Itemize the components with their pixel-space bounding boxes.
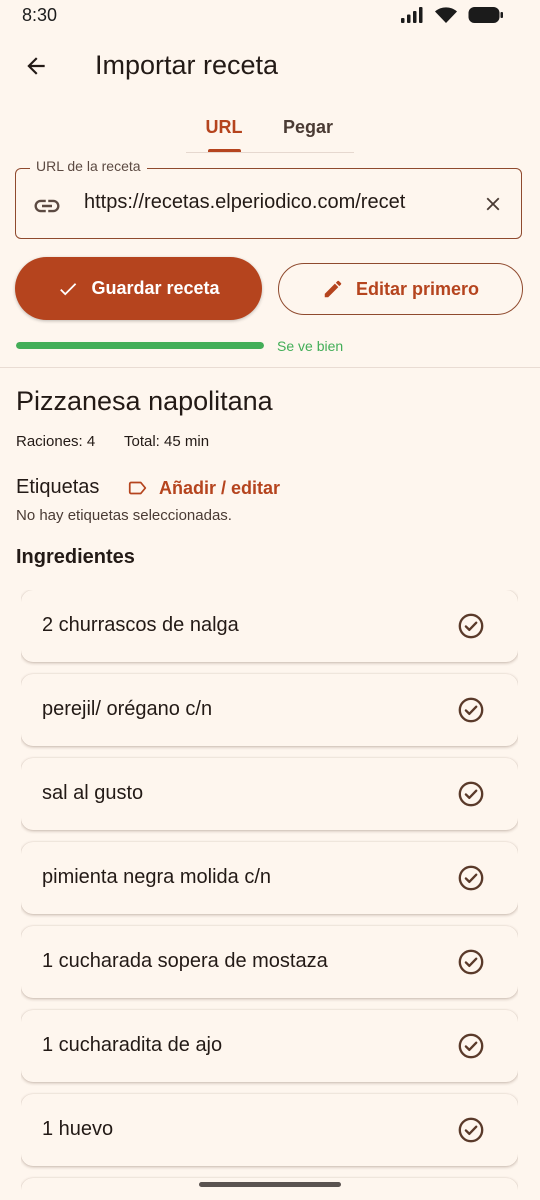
tab-pegar[interactable]: Pegar (274, 104, 342, 150)
tags-empty-text: No hay etiquetas seleccionadas. (16, 507, 232, 524)
signal-icon (401, 7, 423, 23)
check-circle-icon[interactable] (457, 1116, 485, 1149)
tab-url[interactable]: URL (196, 104, 252, 150)
ingredient-row[interactable]: pimienta negra molida c/n (21, 842, 518, 914)
recipe-servings: Raciones: 4 (16, 433, 96, 450)
save-recipe-label: Guardar receta (91, 278, 220, 298)
ingredient-text: 1 cucharadita de ajo (42, 1034, 223, 1056)
ingredient-text: pimienta negra molida c/n (42, 866, 272, 888)
url-input-value[interactable]: https://recetas.elperiodico.com/recet (84, 191, 462, 214)
wifi-icon (435, 7, 457, 23)
recipe-total-time: Total: 45 min (124, 433, 210, 450)
check-circle-icon[interactable] (457, 1032, 485, 1065)
status-icons (400, 6, 504, 24)
edit-first-button[interactable]: Editar primero (278, 263, 523, 315)
check-circle-icon[interactable] (457, 696, 485, 729)
tags-heading: Etiquetas (16, 476, 100, 498)
parse-status-label: Se ve bien (277, 338, 344, 354)
parse-progress-fill (16, 342, 264, 349)
ingredient-text: 2 churrascos de nalga (42, 614, 239, 636)
ingredient-text: perejil/ orégano c/n (42, 698, 213, 720)
ingredient-text: 1 cucharada sopera de mostaza (42, 950, 328, 972)
check-icon (60, 282, 77, 295)
edit-first-label: Editar primero (355, 278, 480, 299)
ingredient-row[interactable]: 1 cucharadita de ajo (21, 1010, 518, 1082)
ingredient-row[interactable]: 1 huevo (21, 1094, 518, 1166)
ingredient-row[interactable]: 1 cucharada sopera de mostaza (21, 926, 518, 998)
ingredients-list: 2 churrascos de nalga perejil/ orégano c/… (21, 590, 518, 1200)
ingredient-row[interactable]: 2 churrascos de nalga (21, 590, 518, 662)
close-icon (486, 197, 500, 211)
check-circle-icon[interactable] (457, 864, 485, 897)
back-button[interactable] (12, 42, 60, 90)
divider (0, 367, 540, 368)
check-circle-icon[interactable] (457, 780, 485, 813)
ingredient-text: 1 huevo (42, 1118, 114, 1140)
tab-indicator (208, 149, 241, 152)
recipe-title: Pizzanesa napolitana (16, 386, 273, 416)
url-field[interactable]: URL de la receta https://recetas.elperio… (15, 158, 522, 239)
ingredient-row[interactable]: sal al gusto (21, 758, 518, 830)
app-bar: Importar receta (0, 36, 540, 96)
pencil-icon (324, 280, 342, 298)
tab-bar: URL Pegar (186, 104, 354, 153)
home-indicator (199, 1182, 341, 1187)
ingredient-row[interactable]: perejil/ orégano c/n (21, 674, 518, 746)
parse-progress-bar (16, 342, 264, 349)
ingredient-text: sal al gusto (42, 782, 144, 804)
page-title: Importar receta (95, 50, 279, 80)
clear-url-button[interactable] (478, 189, 508, 219)
check-circle-icon[interactable] (457, 948, 485, 981)
url-field-label: URL de la receta (30, 158, 147, 174)
battery-icon (468, 7, 503, 23)
edit-tags-label: Añadir / editar (159, 477, 281, 498)
ingredients-heading: Ingredientes (16, 546, 135, 568)
arrow-left-icon (27, 57, 45, 75)
status-time: 8:30 (22, 5, 58, 25)
status-bar: 8:30 (0, 0, 540, 32)
save-recipe-button[interactable]: Guardar receta (15, 257, 262, 320)
label-icon (128, 481, 147, 495)
link-icon (34, 199, 60, 213)
check-circle-icon[interactable] (457, 612, 485, 645)
edit-tags-button[interactable]: Añadir / editar (127, 477, 280, 499)
